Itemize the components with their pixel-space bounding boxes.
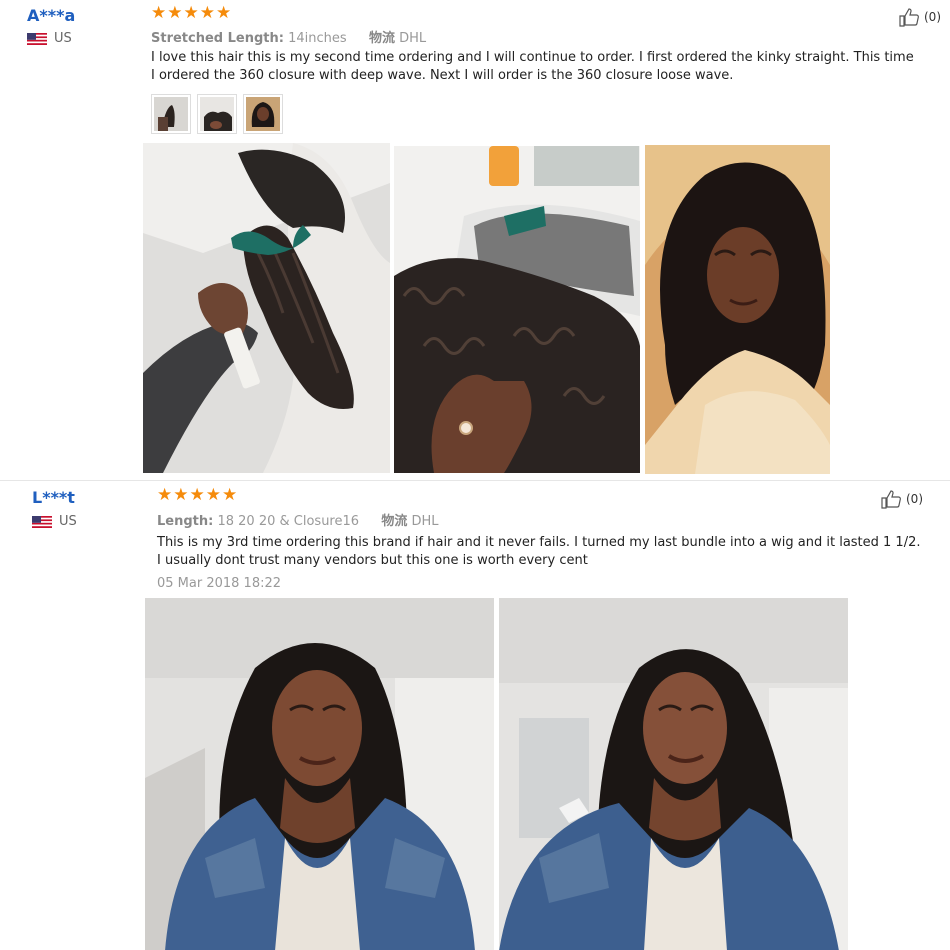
helpful-button[interactable]: (0) (898, 7, 941, 27)
photo-icon (394, 146, 640, 473)
review-specs: Length: 18 20 20 & Closure16 物流 DHL (157, 510, 439, 529)
star-icon: ★ (183, 3, 199, 23)
length-value: 14inches (288, 31, 347, 46)
helpful-button[interactable]: (0) (880, 489, 923, 509)
length-label: Length: (157, 514, 214, 529)
country-code: US (59, 514, 77, 529)
country-code: US (54, 31, 72, 46)
review-photo[interactable] (645, 145, 830, 474)
reviewer-country: US (27, 31, 72, 46)
length-label: Stretched Length: (151, 31, 284, 46)
star-icon: ★ (189, 485, 205, 505)
star-icon: ★ (205, 485, 221, 505)
star-icon: ★ (222, 485, 238, 505)
star-icon: ★ (157, 485, 173, 505)
photo-icon (246, 97, 280, 131)
star-icon: ★ (199, 3, 215, 23)
shipping-value: DHL (411, 514, 439, 529)
star-icon: ★ (173, 485, 189, 505)
star-icon: ★ (216, 3, 232, 23)
us-flag-icon (32, 515, 52, 528)
reviewer-country: US (32, 514, 77, 529)
reviewer-name: A***a (27, 6, 76, 25)
photo-thumbnail[interactable] (243, 94, 283, 134)
rating-stars: ★ ★ ★ ★ ★ (151, 5, 231, 22)
review-date: 05 Mar 2018 18:22 (157, 576, 282, 591)
thumbs-up-icon (899, 8, 919, 27)
helpful-count: (0) (906, 492, 923, 506)
review-item: L***t US ★ ★ ★ ★ ★ Length: 18 20 20 & Cl… (0, 480, 950, 950)
photo-icon (645, 145, 830, 474)
photo-thumbnails (151, 94, 283, 134)
photo-icon (154, 97, 188, 131)
photo-thumbnail[interactable] (151, 94, 191, 134)
star-icon: ★ (167, 3, 183, 23)
photo-icon (143, 143, 390, 473)
review-photo[interactable] (145, 598, 494, 950)
review-photo[interactable] (143, 143, 390, 473)
us-flag-icon (27, 32, 47, 45)
rating-stars: ★ ★ ★ ★ ★ (157, 487, 237, 504)
photo-thumbnail[interactable] (197, 94, 237, 134)
reviewer-name: L***t (32, 488, 75, 507)
shipping-value: DHL (399, 31, 427, 46)
review-item: A***a US ★ ★ ★ ★ ★ Stretched Length: 14i… (0, 0, 950, 478)
review-photo[interactable] (499, 598, 848, 950)
shipping-label: 物流 (381, 514, 408, 529)
helpful-count: (0) (924, 10, 941, 24)
review-text: I love this hair this is my second time … (151, 50, 914, 83)
review-photo[interactable] (394, 146, 640, 473)
star-icon: ★ (151, 3, 167, 23)
photo-icon (145, 598, 494, 950)
length-value: 18 20 20 & Closure16 (217, 514, 360, 529)
review-text: This is my 3rd time ordering this brand … (157, 535, 921, 568)
shipping-label: 物流 (368, 31, 395, 46)
thumbs-up-icon (881, 490, 901, 509)
photo-icon (200, 97, 234, 131)
photo-icon (499, 598, 848, 950)
review-specs: Stretched Length: 14inches 物流 DHL (151, 27, 426, 46)
